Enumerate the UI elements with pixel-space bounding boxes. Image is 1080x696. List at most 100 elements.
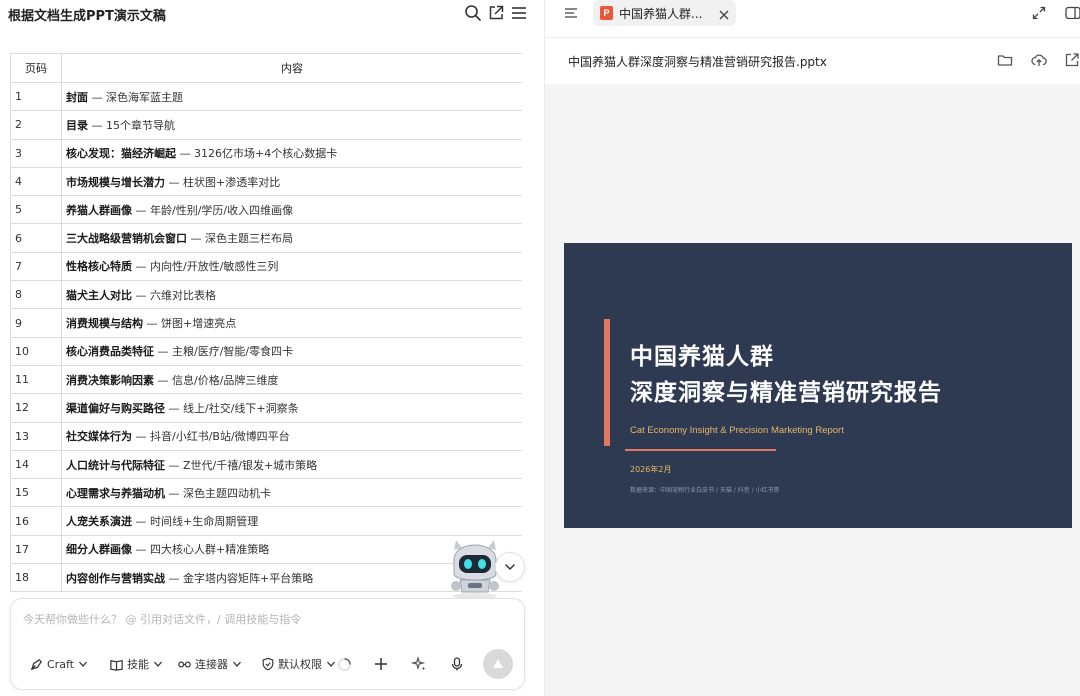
slide-topic: 人宠关系演进 <box>66 515 132 529</box>
slide-description: — 线上/社交/线下+洞察条 <box>165 401 299 415</box>
slide-title-line-2: 深度洞察与精准营销研究报告 <box>630 380 942 406</box>
menu-icon[interactable] <box>510 4 528 22</box>
content-cell: 人口统计与代际特征 — Z世代/千禧/银发+城市策略 <box>61 449 522 480</box>
slide-topic: 消费规模与结构 <box>66 317 143 331</box>
preview-pane: P 中国养猫人群... 中国养猫人群深度洞察与精准营销研究报告.pptx 中国养… <box>545 0 1080 696</box>
panel-layout-icon[interactable] <box>1065 5 1080 19</box>
content-cell: 消费规模与结构 — 饼图+增速亮点 <box>61 308 522 338</box>
tab-pptx-file[interactable]: P 中国养猫人群... <box>593 0 736 26</box>
content-cell: 市场规模与增长潜力 — 柱状图+渗透率对比 <box>61 166 522 197</box>
content-cell: 猫犬主人对比 — 六维对比表格 <box>61 280 522 310</box>
slide-topic: 性格核心特质 <box>66 260 132 274</box>
slide-description: — 时间线+生命周期管理 <box>132 515 259 529</box>
permission-button[interactable]: 默认权限 <box>261 655 336 673</box>
table-row: 13 社交媒体行为 — 抖音/小红书/B站/微博四平台 <box>10 421 522 451</box>
preview-tab-bar: P 中国养猫人群... <box>545 0 1080 38</box>
slide-description: — 信息/价格/品牌三维度 <box>154 373 279 387</box>
page-number-cell: 4 <box>10 166 62 197</box>
content-cell: 渠道偏好与购买路径 — 线上/社交/线下+洞察条 <box>61 393 522 423</box>
file-toolbar: 中国养猫人群深度洞察与精准营销研究报告.pptx <box>545 38 1080 84</box>
content-cell: 性格核心特质 — 内向性/开放性/敏感性三列 <box>61 251 522 282</box>
table-row: 11 消费决策影响因素 — 信息/价格/品牌三维度 <box>10 364 522 395</box>
table-row: 4 市场规模与增长潜力 — 柱状图+渗透率对比 <box>10 166 522 197</box>
slide-description: — Z世代/千禧/银发+城市策略 <box>165 458 318 472</box>
search-icon[interactable] <box>464 4 482 22</box>
add-attachment-button[interactable] <box>373 655 389 673</box>
folder-icon[interactable] <box>997 52 1013 68</box>
message-input[interactable]: 今天帮你做些什么？ @ 引用对话文件，/ 调用技能与指令 <box>23 611 503 627</box>
content-cell: 社交媒体行为 — 抖音/小红书/B站/微博四平台 <box>61 421 522 451</box>
page-number-cell: 10 <box>10 336 62 366</box>
open-external-icon[interactable] <box>1064 52 1080 68</box>
chevron-down-icon <box>327 661 335 667</box>
page-number-cell: 9 <box>10 308 62 338</box>
book-icon <box>110 659 123 671</box>
slide-topic: 核心发现：猫经济崛起 <box>66 147 176 161</box>
sparkle-enhance-button[interactable] <box>411 655 427 673</box>
page-number-cell: 16 <box>10 506 62 536</box>
slide-description: — 饼图+增速亮点 <box>143 317 237 331</box>
slide-topic: 内容创作与营销实战 <box>66 571 165 585</box>
send-button[interactable] <box>483 649 513 679</box>
permission-label: 默认权限 <box>278 658 322 671</box>
chat-pane: 根据文档生成PPT演示文稿 页码 内容 1 封面 — 深色海军蓝主题 2 目录 — 1… <box>0 0 544 696</box>
slide-topic: 三大战略级营销机会窗口 <box>66 232 187 246</box>
page-number-cell: 3 <box>10 138 62 168</box>
slide-topic: 细分人群画像 <box>66 543 132 557</box>
voice-input-button[interactable] <box>449 655 465 673</box>
slide-description: — 主粮/医疗/智能/零食四卡 <box>154 345 294 359</box>
slide-description: — 深色海军蓝主题 <box>88 90 183 104</box>
table-row: 5 养猫人群画像 — 年龄/性别/学历/收入四维画像 <box>10 195 522 225</box>
table-header-row: 页码 内容 <box>10 53 522 83</box>
slide-outline-table-container[interactable]: 页码 内容 1 封面 — 深色海军蓝主题 2 目录 — 15个章节导航 3 核心发现：猫经… <box>10 53 522 597</box>
table-row: 2 目录 — 15个章节导航 <box>10 110 522 140</box>
page-number-cell: 11 <box>10 364 62 395</box>
upload-cloud-icon[interactable] <box>1031 52 1047 68</box>
sidebar-toggle-icon[interactable] <box>563 5 579 21</box>
table-row: 10 核心消费品类特征 — 主粮/医疗/智能/零食四卡 <box>10 336 522 366</box>
page-number-cell: 2 <box>10 110 62 140</box>
page-number-cell: 6 <box>10 223 62 253</box>
slide-divider-line <box>625 449 776 451</box>
skills-button[interactable]: 技能 <box>109 655 163 673</box>
message-composer[interactable]: 今天帮你做些什么？ @ 引用对话文件，/ 调用技能与指令 Craft 技能 连接… <box>10 598 525 690</box>
slide-preview: 中国养猫人群 深度洞察与精准营销研究报告 Cat Economy Insight… <box>564 243 1072 528</box>
arrow-up-icon <box>493 659 503 668</box>
microphone-icon <box>451 657 463 671</box>
share-icon[interactable] <box>487 4 505 22</box>
table-row: 12 渠道偏好与购买路径 — 线上/社交/线下+洞察条 <box>10 393 522 423</box>
content-cell: 封面 — 深色海军蓝主题 <box>61 81 522 112</box>
slide-description: — 内向性/开放性/敏感性三列 <box>132 260 279 274</box>
slide-topic: 消费决策影响因素 <box>66 373 154 387</box>
content-cell: 养猫人群画像 — 年龄/性别/学历/收入四维画像 <box>61 195 522 225</box>
tab-label: 中国养猫人群... <box>619 7 703 21</box>
table-row: 3 核心发现：猫经济崛起 — 3126亿市场+4个核心数据卡 <box>10 138 522 168</box>
chevron-down-icon <box>505 564 515 571</box>
slide-description: — 抖音/小红书/B站/微博四平台 <box>132 430 290 444</box>
chevron-down-icon <box>154 661 162 667</box>
connectors-button[interactable]: 连接器 <box>177 655 242 673</box>
slide-topic: 市场规模与增长潜力 <box>66 175 165 189</box>
skills-label: 技能 <box>127 658 149 671</box>
page-number-cell: 1 <box>10 81 62 112</box>
close-icon[interactable] <box>718 6 730 20</box>
powerpoint-icon: P <box>600 6 613 20</box>
column-header-page: 页码 <box>10 53 62 83</box>
slide-topic: 心理需求与养猫动机 <box>66 486 165 500</box>
craft-mode-button[interactable]: Craft <box>29 655 88 673</box>
page-number-cell: 5 <box>10 195 62 225</box>
scroll-to-bottom-button[interactable] <box>495 552 525 582</box>
slide-description: — 金字塔内容矩阵+平台策略 <box>165 571 314 585</box>
slide-topic: 养猫人群画像 <box>66 203 132 217</box>
slide-topic: 渠道偏好与购买路径 <box>66 401 165 415</box>
page-number-cell: 8 <box>10 280 62 310</box>
slide-outline-table: 页码 内容 1 封面 — 深色海军蓝主题 2 目录 — 15个章节导航 3 核心发现：猫经… <box>10 53 522 593</box>
pen-nib-icon <box>30 658 42 670</box>
slide-description: — 六维对比表格 <box>132 288 216 302</box>
table-row: 9 消费规模与结构 — 饼图+增速亮点 <box>10 308 522 338</box>
slide-title-line-1: 中国养猫人群 <box>630 344 774 370</box>
craft-label: Craft <box>47 657 74 671</box>
conversation-title: 根据文档生成PPT演示文稿 <box>8 9 166 24</box>
expand-icon[interactable] <box>1032 5 1046 20</box>
shield-check-icon <box>262 657 274 671</box>
